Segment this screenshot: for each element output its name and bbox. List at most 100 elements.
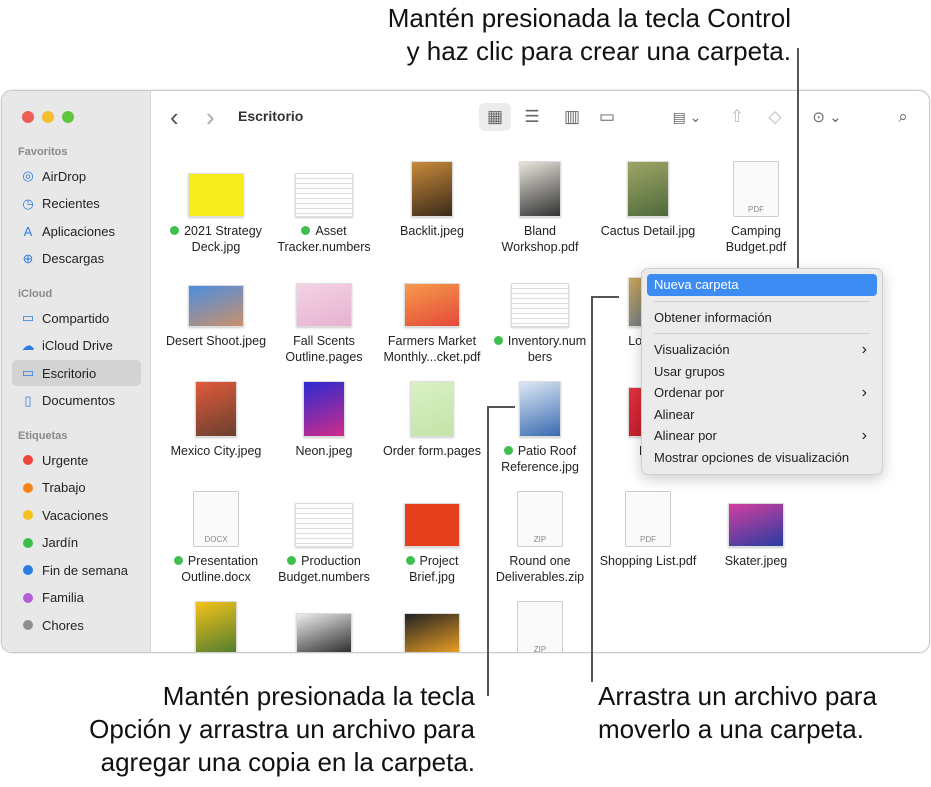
file-extension: DOCX [204,535,228,544]
sidebar-item[interactable]: ☁ iCloud Drive [12,333,141,359]
file-name-line: Fall Scents [270,333,378,349]
file-item[interactable]: Patio Roof Reference.jpg [486,381,594,475]
annotation-line: moverlo a una carpeta. [598,714,864,744]
sidebar-item[interactable]: ⊕ Descargas [12,246,141,272]
sidebar-item[interactable]: Chores [12,612,141,638]
file-item[interactable]: PDF Camping Budget.pdf [702,161,810,255]
list-view-icon[interactable]: ☰ [517,103,547,131]
sidebar-item[interactable]: ◷ Recientes [12,191,141,217]
file-name: Budget.numbers [278,570,370,584]
sidebar-item[interactable]: ◎ AirDrop [12,163,141,189]
file-name: Presentation [187,554,259,568]
file-name-line: Reference.jpg [486,459,594,475]
menu-item[interactable]: Alinear [647,404,877,426]
document-icon: DOCX [193,491,239,547]
file-label: Project Brief.jpg [378,553,486,585]
sidebar-item[interactable]: Familia [12,585,141,611]
callout-line [591,296,593,682]
file-name-line: Backlit.jpeg [378,223,486,239]
close-button[interactable] [22,111,34,123]
file-thumbnail [195,601,237,652]
back-button[interactable]: ‹ [170,102,179,132]
more-icon[interactable]: ⊙ ⌄ [807,103,847,131]
annotation-line: agregar una copia en la carpeta. [100,747,475,777]
sidebar-item[interactable]: A Aplicaciones [12,218,141,244]
file-item[interactable] [378,601,486,652]
sidebar-item[interactable]: Jardín [12,530,141,556]
sidebar-item[interactable]: ▯ Documentos [12,388,141,414]
icon-view-icon[interactable]: ▦ [479,103,511,131]
sidebar-item[interactable]: Urgente [12,447,141,473]
file-thumbnail [404,283,460,327]
tag-color-icon [23,482,33,493]
menu-item[interactable]: Mostrar opciones de visualización [647,447,877,469]
sidebar-item[interactable]: Trabajo [12,475,141,501]
sidebar-item[interactable]: Fin de semana [12,557,141,583]
menu-item[interactable]: Visualización › [647,339,877,361]
file-thumbnail [303,381,345,437]
file-name-line: Round one [486,553,594,569]
file-name: Outline.docx [181,570,251,584]
minimize-button[interactable] [42,111,54,123]
file-name-line: Cactus Detail.jpg [594,223,702,239]
file-item[interactable]: PDF Shopping List.pdf [594,491,702,569]
annotation-line: Opción y arrastra un archivo para [89,714,475,744]
sidebar-item-label: Compartido [42,310,110,326]
file-item[interactable]: Fall Scents Outline.pages [270,271,378,365]
menu-item[interactable]: Usar grupos [647,361,877,383]
file-label: Camping Budget.pdf [702,223,810,255]
file-thumbnail [188,173,244,217]
window-title: Escritorio [238,108,304,124]
file-name-line: Outline.pages [270,349,378,365]
share-icon[interactable]: ⇧ [724,103,750,131]
file-item[interactable]: Production Budget.numbers [270,491,378,585]
group-icon[interactable]: ▤ ⌄ [667,103,707,131]
file-thumbnail [296,283,352,327]
forward-button[interactable]: › [206,102,215,132]
file-item[interactable]: Desert Shoot.jpeg [162,271,270,349]
file-item[interactable]: Bland Workshop.pdf [486,161,594,255]
menu-item[interactable]: Ordenar por › [647,382,877,404]
annotation-line: y haz clic para crear una carpeta. [406,36,791,66]
file-item[interactable] [162,601,270,652]
file-item[interactable]: Farmers Market Monthly...cket.pdf [378,271,486,365]
search-icon[interactable]: ⌕ [890,103,916,131]
file-name: Deck.jpg [191,240,241,254]
file-item[interactable]: DOCX Presentation Outline.docx [162,491,270,585]
file-item[interactable]: Mexico City.jpeg [162,381,270,459]
green-tag-dot [287,556,297,565]
sidebar-item[interactable]: ▭ Compartido [12,305,141,331]
file-name-line: Patio Roof [486,443,594,459]
file-name-line: Budget.pdf [702,239,810,255]
tag-icon[interactable]: ◇ [762,103,788,131]
file-name: 2021 Strategy [184,224,262,238]
file-item[interactable]: Project Brief.jpg [378,491,486,585]
sidebar-item[interactable]: ▭ Escritorio [12,360,141,386]
green-tag-dot [301,226,311,235]
file-item[interactable]: Asset Tracker.numbers [270,161,378,255]
file-label: Desert Shoot.jpeg [162,333,270,349]
file-item[interactable]: Backlit.jpeg [378,161,486,239]
file-item[interactable]: Cactus Detail.jpg [594,161,702,239]
gallery-view-icon[interactable]: ▭ [592,103,622,131]
file-extension: ZIP [533,645,547,653]
file-item[interactable]: Inventory.num bers [486,271,594,365]
zoom-button[interactable] [62,111,74,123]
file-item[interactable]: Order form.pages [378,381,486,459]
file-item[interactable]: 2021 Strategy Deck.jpg [162,161,270,255]
file-item[interactable]: ZIP [486,601,594,653]
sidebar-item[interactable]: Vacaciones [12,502,141,528]
chevron-right-icon: › [861,340,867,358]
menu-item-label: Usar grupos [654,363,725,379]
column-view-icon[interactable]: ▥ [557,103,587,131]
file-thumbnail [519,161,561,217]
file-item[interactable]: Neon.jpeg [270,381,378,459]
file-item[interactable] [270,601,378,652]
menu-item[interactable]: Alinear por › [647,425,877,447]
menu-item[interactable]: Nueva carpeta [647,274,877,296]
file-name-line: Asset [270,223,378,239]
menu-item[interactable]: Obtener información [647,307,877,329]
sidebar-item-label: Chores [42,617,84,633]
file-item[interactable]: ZIP Round one Deliverables.zip [486,491,594,585]
file-item[interactable]: Skater.jpeg [702,491,810,569]
